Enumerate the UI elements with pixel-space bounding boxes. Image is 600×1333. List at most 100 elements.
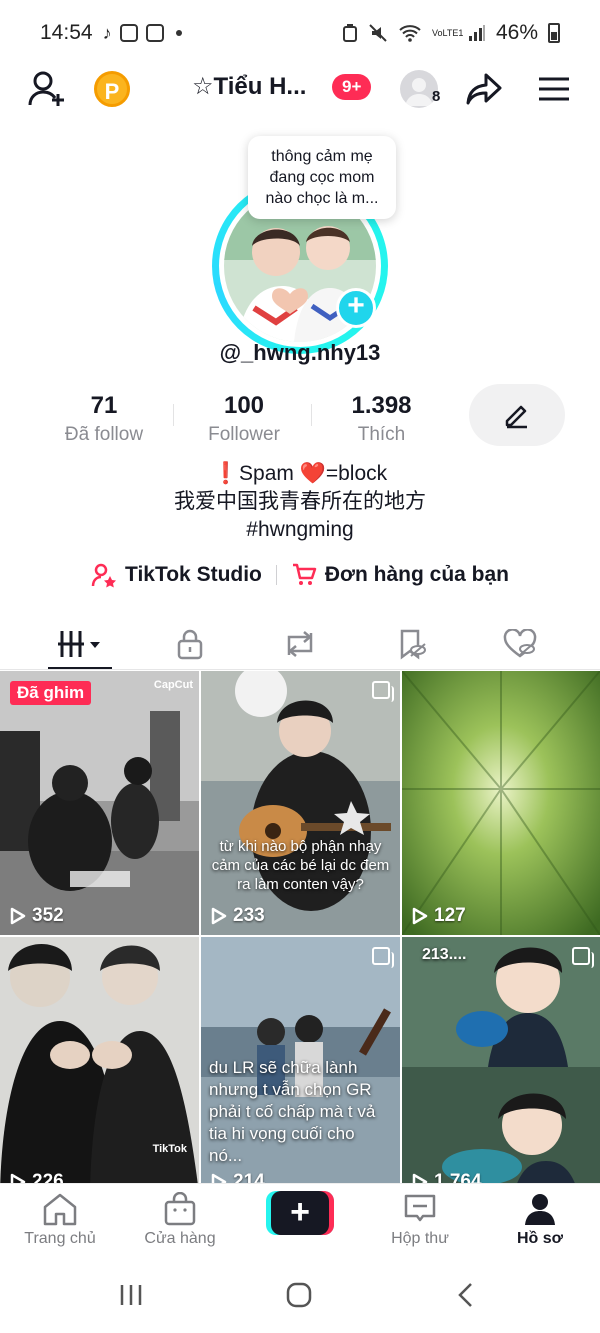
capcut-watermark: CapCut xyxy=(153,679,193,691)
add-friend-icon[interactable] xyxy=(28,70,68,108)
alarm-icon xyxy=(342,24,357,42)
likes-label: Thích xyxy=(357,424,406,445)
mute-icon xyxy=(369,24,387,42)
video-thumbnail xyxy=(402,937,600,1183)
bio-hashtag[interactable]: #hwngming xyxy=(0,516,600,544)
add-story-button[interactable]: + xyxy=(336,288,376,328)
view-count: 352 xyxy=(10,905,64,927)
profile-bio: ❗Spam ❤️=block 我爱中国我青春所在的地方 #hwngming xyxy=(0,460,600,544)
friends-count: 8 xyxy=(432,88,441,105)
pinned-badge: Đã ghim xyxy=(10,681,92,705)
inbox-icon xyxy=(404,1194,436,1222)
tab-private[interactable] xyxy=(160,624,220,664)
back-icon[interactable] xyxy=(456,1282,476,1308)
lock-icon xyxy=(177,629,203,660)
multi-image-icon xyxy=(372,681,394,702)
view-count: 233 xyxy=(211,905,265,927)
battery-icon xyxy=(548,23,560,43)
tiktok-studio-link[interactable]: TikTok Studio xyxy=(91,562,262,588)
play-icon xyxy=(211,1173,227,1183)
video-tile[interactable]: Đã ghim CapCut 352 xyxy=(0,671,199,935)
content-tabs xyxy=(0,616,600,670)
plus-icon: + xyxy=(271,1191,329,1235)
share-icon[interactable] xyxy=(466,72,502,106)
status-time: 14:54 xyxy=(40,21,93,44)
volte-label: VoLTE1 xyxy=(431,28,464,38)
orders-label: Đơn hàng của bạn xyxy=(324,563,509,586)
bookmark-hidden-icon xyxy=(400,629,426,660)
video-thumbnail xyxy=(201,671,400,935)
likes-count: 1.398 xyxy=(351,392,412,419)
app-notification-icon xyxy=(145,24,164,42)
tab-favorites[interactable] xyxy=(382,624,442,664)
nav-inbox[interactable]: Hộp thư xyxy=(365,1192,475,1248)
create-button[interactable]: + xyxy=(266,1191,334,1235)
menu-icon[interactable] xyxy=(538,76,570,102)
tiktok-studio-label: TikTok Studio xyxy=(125,563,262,586)
view-count: 1.764 xyxy=(412,1171,482,1183)
home-button-icon[interactable] xyxy=(286,1282,312,1308)
bottom-nav: Trang chủ Cửa hàng + Hộp thư Hồ sơ xyxy=(0,1183,600,1257)
video-caption: 213.... xyxy=(422,946,467,963)
tab-liked[interactable] xyxy=(490,624,550,664)
video-tile[interactable]: 213.... 1.764 xyxy=(402,937,600,1183)
shop-notification-icon xyxy=(119,24,138,42)
profile-icon xyxy=(525,1194,555,1225)
nav-shop[interactable]: Cửa hàng xyxy=(125,1192,235,1248)
view-count: 127 xyxy=(412,905,466,927)
profile-handle: @_hwng.nhy13 xyxy=(219,340,381,365)
system-nav-bar xyxy=(0,1258,600,1333)
coin-icon[interactable]: P xyxy=(94,71,130,107)
tiktok-watermark: TikTok xyxy=(152,1143,187,1155)
video-caption: từ khi nào bộ phận nhạy cảm của các bé l… xyxy=(211,838,390,893)
profile-header: P ☆Tiểu H... 9+ 8 xyxy=(0,66,600,114)
grid-icon xyxy=(58,631,100,657)
pencil-icon xyxy=(505,405,527,429)
play-icon xyxy=(211,907,227,925)
wifi-icon xyxy=(399,25,421,42)
home-icon xyxy=(43,1193,77,1226)
play-icon xyxy=(10,1173,26,1183)
followers-stat[interactable]: 100 Follower xyxy=(174,392,314,446)
video-tile[interactable]: từ khi nào bộ phận nhạy cảm của các bé l… xyxy=(201,671,400,935)
cart-icon xyxy=(292,563,317,585)
view-count: 214 xyxy=(211,1171,265,1183)
status-bar: 14:54 ♪ VoLTE1 46% xyxy=(0,0,600,66)
multi-image-icon xyxy=(572,947,594,968)
video-tile[interactable]: TikTok 226 xyxy=(0,937,199,1183)
play-icon xyxy=(412,1173,428,1183)
profile-stats: 71 Đã follow 100 Follower 1.398 Thích xyxy=(34,392,434,452)
edit-profile-button[interactable] xyxy=(469,384,565,446)
following-count: 71 xyxy=(90,392,118,419)
nav-profile[interactable]: Hồ sơ xyxy=(485,1192,595,1248)
orders-link[interactable]: Đơn hàng của bạn xyxy=(291,562,509,588)
video-thumbnail xyxy=(0,671,199,935)
heart-hidden-icon xyxy=(503,629,537,658)
followers-label: Follower xyxy=(208,424,280,445)
video-tile[interactable]: du LR sẽ chữa lành nhưng t vẫn chọn GR p… xyxy=(201,937,400,1183)
shop-icon xyxy=(164,1192,196,1226)
following-stat[interactable]: 71 Đã follow xyxy=(34,392,174,446)
account-switcher-title[interactable]: ☆Tiểu H... xyxy=(192,72,306,101)
note-bubble[interactable]: thông cảm mẹ đang cọc mom nào chọc là m.… xyxy=(248,136,396,219)
video-caption: du LR sẽ chữa lành nhưng t vẫn chọn GR p… xyxy=(209,1058,376,1165)
battery-percent: 46% xyxy=(495,21,538,44)
notification-badge[interactable]: 9+ xyxy=(332,74,372,100)
repost-icon xyxy=(287,631,313,657)
video-grid: Đã ghim CapCut 352 từ khi nào bộ phận nh… xyxy=(0,671,600,1183)
recent-apps-icon[interactable] xyxy=(118,1282,144,1308)
more-notifications-icon xyxy=(175,30,182,36)
likes-stat[interactable]: 1.398 Thích xyxy=(314,392,449,446)
status-right: VoLTE1 46% xyxy=(342,21,560,45)
status-notification-icons: ♪ xyxy=(103,23,182,44)
bio-line: ❗Spam ❤️=block xyxy=(212,462,388,485)
nav-home[interactable]: Trang chủ xyxy=(5,1192,115,1248)
tab-videos[interactable] xyxy=(50,624,110,664)
profile-links: TikTok Studio Đơn hàng của bạn xyxy=(0,562,600,588)
view-count: 226 xyxy=(10,1171,64,1183)
bio-line: 我爱中国我青春所在的地方 xyxy=(174,490,426,513)
play-icon xyxy=(412,907,428,925)
video-tile[interactable]: 127 xyxy=(402,671,600,935)
tab-reposts[interactable] xyxy=(270,624,330,664)
followers-count: 100 xyxy=(223,392,265,419)
